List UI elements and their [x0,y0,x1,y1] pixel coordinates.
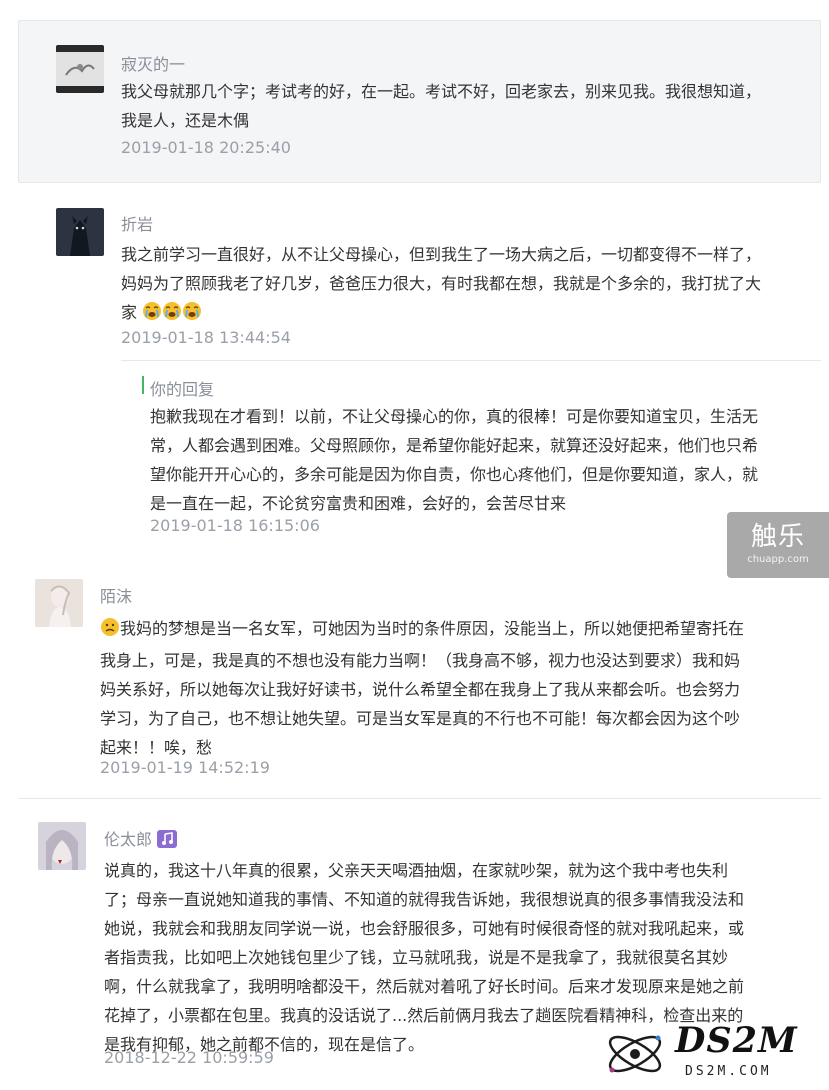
avatar[interactable] [56,45,104,93]
avatar[interactable] [56,208,104,256]
reply-label: 你的回复 [150,380,215,399]
music-note-emoji-icon [157,830,178,852]
username[interactable]: 伦太郎 [104,826,178,852]
chuapp-watermark: 触乐 chuapp.com [727,512,829,578]
username[interactable]: 寂灭的一 [121,51,185,75]
crying-emoji-icon [142,301,162,330]
reply-indicator-bar [142,376,144,394]
reply-timestamp: 2019-01-18 16:15:06 [150,516,320,535]
sad-emoji-icon [100,617,120,646]
comment-timestamp: 2019-01-19 14:52:19 [100,758,270,777]
comment-timestamp: 2019-01-18 13:44:54 [121,328,291,347]
reply-divider [121,360,821,361]
comment-text: 我父母就那几个字；考试考的好，在一起。考试不好，回老家去，别来见我。我很想知道，… [121,82,762,130]
comment-timestamp: 2018-12-22 10:59:59 [104,1048,274,1067]
comment-text: 我之前学习一直很好，从不让父母操心，但到我生了一场大病之后，一切都变得不一样了，… [121,240,761,330]
username[interactable]: 折岩 [121,211,153,235]
comment-text: 我妈的梦想是当一名女军，可她因为当时的条件原因，没能当上，所以她便把希望寄托在 … [100,617,745,757]
avatar[interactable] [35,579,83,627]
crying-emoji-icon [162,301,182,330]
ds2m-logo: DS2M DS2M.COM [600,1020,824,1086]
comment-divider [18,798,821,799]
username[interactable]: 陌沫 [100,583,132,607]
crying-emoji-icon [182,301,202,330]
comment-timestamp: 2019-01-18 20:25:40 [121,138,291,157]
ds2m-logo-icon [608,1035,662,1073]
avatar[interactable] [38,822,86,870]
reply-text: 抱歉我现在才看到！以前，不让父母操心的你，真的很棒！可是你要知道宝贝，生活无 常… [150,407,759,513]
